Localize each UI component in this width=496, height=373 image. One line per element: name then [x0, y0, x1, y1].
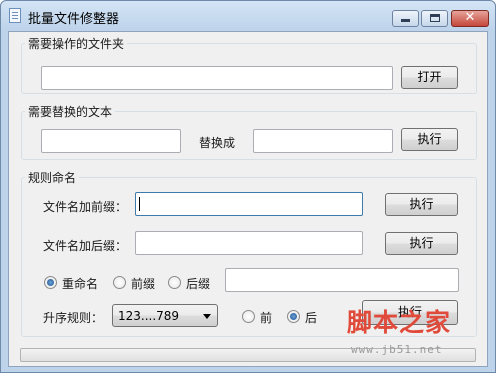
prefix-input[interactable]	[135, 192, 363, 216]
replace-execute-button[interactable]: 执行	[401, 128, 458, 151]
close-button[interactable]: ✕	[451, 10, 489, 27]
radio-position-front[interactable]	[242, 310, 255, 323]
prefix-label: 文件名加前缀：	[43, 200, 128, 214]
radio-position-front-label[interactable]: 前	[260, 309, 272, 326]
find-text-input[interactable]	[41, 129, 181, 153]
rename-group-title: 规则命名	[25, 169, 80, 186]
title-bar[interactable]: 批量文件修整器 ✕	[1, 1, 495, 31]
radio-position-back-label[interactable]: 后	[305, 309, 317, 326]
suffix-execute-button[interactable]: 执行	[385, 232, 458, 255]
window-title: 批量文件修整器	[28, 12, 120, 27]
chevron-down-icon	[203, 314, 211, 319]
folder-path-input[interactable]	[41, 66, 393, 90]
replace-with-label: 替换成	[199, 136, 236, 150]
maximize-icon	[430, 14, 440, 22]
order-rule-value: 123....789	[118, 309, 180, 323]
watermark-text: 脚本之家	[347, 308, 452, 337]
radio-rename-label[interactable]: 重命名	[62, 275, 98, 292]
open-folder-button[interactable]: 打开	[401, 66, 458, 89]
minimize-button[interactable]	[392, 10, 419, 27]
replace-text-input[interactable]	[253, 129, 393, 153]
watermark-url: www.jb51.net	[351, 343, 443, 356]
prefix-execute-button[interactable]: 执行	[385, 193, 458, 216]
radio-rename[interactable]	[44, 276, 57, 289]
suffix-input[interactable]	[135, 231, 363, 255]
order-rule-label: 升序规则：	[43, 311, 104, 325]
document-icon	[9, 8, 21, 23]
text-caret	[139, 197, 140, 211]
minimize-icon	[401, 19, 410, 22]
radio-suffix-label[interactable]: 后缀	[186, 275, 210, 292]
rename-input[interactable]	[225, 268, 459, 292]
close-icon: ✕	[464, 10, 476, 25]
order-rule-select[interactable]: 123....789	[112, 304, 218, 327]
radio-prefix-label[interactable]: 前缀	[131, 275, 155, 292]
folder-group-title: 需要操作的文件夹	[25, 35, 128, 52]
maximize-button[interactable]	[421, 10, 448, 27]
radio-prefix[interactable]	[113, 276, 126, 289]
app-window: 批量文件修整器 ✕ 需要操作的文件夹 打开 需要替换的文本 替换成 执行 规则命…	[0, 0, 496, 373]
suffix-label: 文件名加后缀：	[43, 239, 128, 253]
radio-position-back[interactable]	[287, 310, 300, 323]
replace-group-title: 需要替换的文本	[25, 103, 116, 120]
radio-suffix[interactable]	[168, 276, 181, 289]
watermark: 脚本之家 www.jb51.net	[347, 303, 477, 365]
